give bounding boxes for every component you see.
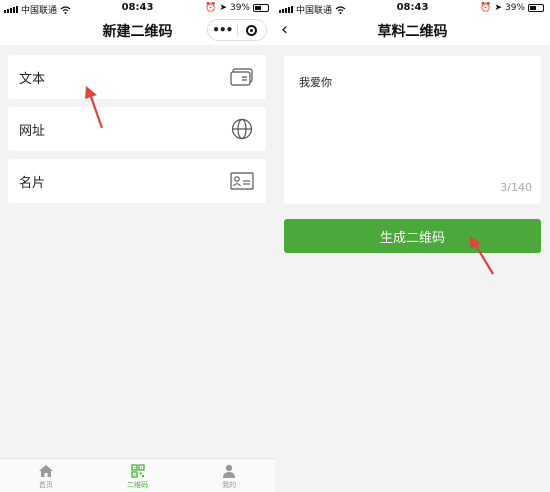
list-item-card[interactable]: 名片 xyxy=(8,159,266,203)
nav-bar: 新建二维码 ••• xyxy=(0,17,275,45)
battery-icon xyxy=(253,4,269,12)
tab-mine[interactable]: 我的 xyxy=(183,459,275,492)
generate-qrcode-button[interactable]: 生成二维码 xyxy=(284,219,541,253)
left-screen: 中国联通 08:43 ⏰ ➤ 39% 新建二维码 ••• 文本 网址 名片 首页… xyxy=(0,0,275,492)
location-icon: ➤ xyxy=(494,3,502,13)
char-counter: 3/140 xyxy=(500,181,532,194)
close-mini-program-button[interactable] xyxy=(238,20,267,40)
list-item-text[interactable]: 文本 xyxy=(8,55,266,99)
more-button[interactable]: ••• xyxy=(208,20,237,40)
user-icon xyxy=(223,464,236,478)
list-item-label: 名片 xyxy=(19,176,46,191)
tab-bar: 首页 二维码 我的 xyxy=(0,458,275,492)
battery-percent: 39% xyxy=(504,3,525,13)
status-bar: 中国联通 08:43 ⏰ ➤ 39% xyxy=(0,0,275,17)
location-icon: ➤ xyxy=(219,3,227,13)
text-card-icon xyxy=(230,66,254,88)
tab-qrcode[interactable]: 二维码 xyxy=(92,459,184,492)
id-card-icon xyxy=(230,170,254,192)
tab-label: 我的 xyxy=(222,481,237,489)
battery-percent: 39% xyxy=(229,3,250,13)
status-bar: 中国联通 08:43 ⏰ ➤ 39% xyxy=(275,0,550,17)
alarm-icon: ⏰ xyxy=(205,3,217,13)
list-item-label: 网址 xyxy=(19,124,46,139)
text-input-area[interactable]: 我爱你 3/140 xyxy=(284,56,541,204)
page-title: 草料二维码 xyxy=(377,24,448,40)
battery-icon xyxy=(528,4,544,12)
nav-bar: ‹ 草料二维码 xyxy=(275,17,550,45)
list-item-label: 文本 xyxy=(19,72,46,87)
tab-label: 二维码 xyxy=(127,481,148,489)
home-icon xyxy=(38,465,53,477)
text-input-value: 我爱你 xyxy=(299,76,332,89)
qr-code-icon xyxy=(130,464,145,478)
list-item-url[interactable]: 网址 xyxy=(8,107,266,151)
alarm-icon: ⏰ xyxy=(480,3,492,13)
target-icon xyxy=(246,24,258,36)
tab-home[interactable]: 首页 xyxy=(0,459,92,492)
more-dots-icon: ••• xyxy=(212,23,233,37)
mini-program-capsule: ••• xyxy=(207,19,267,41)
globe-icon xyxy=(230,118,254,140)
tab-label: 首页 xyxy=(38,481,53,489)
right-screen: 中国联通 08:43 ⏰ ➤ 39% ‹ 草料二维码 我爱你 3/140 生成二… xyxy=(275,0,550,492)
